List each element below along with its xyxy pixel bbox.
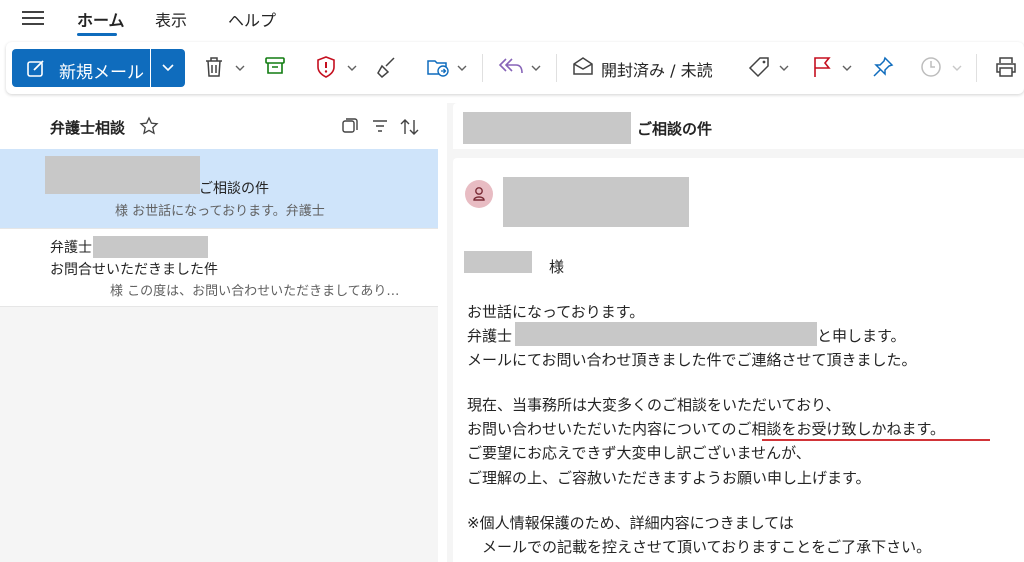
print-icon[interactable] [994, 56, 1018, 78]
filter-icon[interactable] [372, 118, 388, 134]
body-line: お世話になっております。 [467, 303, 645, 321]
message-list-pane: 弁護士相談 ご相談の件 様 お世話になっております。弁護士 弁護士 お問合せいた… [0, 103, 438, 562]
report-chevron-icon[interactable] [347, 64, 357, 72]
reply-all-icon[interactable] [498, 56, 524, 76]
favorite-star-icon[interactable] [139, 116, 159, 136]
list-item[interactable]: 弁護士 お問合せいただきました件 様 この度は、お問い合わせいただきましてあり… [0, 229, 438, 306]
pin-icon[interactable] [872, 56, 894, 78]
body-line: 弁護士 [467, 327, 513, 345]
tab-home[interactable]: ホーム [77, 7, 125, 31]
toolbar-separator [976, 54, 977, 82]
highlight-underline [762, 439, 990, 441]
list-item-preview: 様 この度は、お問い合わせいただきましてあり… [110, 284, 400, 299]
body-line: メールでの記載を控えさせて頂いておりますことをご了承下さい。 [467, 538, 932, 556]
flag-icon[interactable] [812, 56, 832, 78]
sort-icon[interactable] [400, 118, 420, 136]
tag-chevron-icon[interactable] [779, 64, 789, 72]
tab-view[interactable]: 表示 [155, 7, 187, 31]
compose-icon [27, 60, 44, 77]
redacted-recipient [464, 251, 532, 273]
delete-icon[interactable] [204, 56, 224, 78]
hamburger-menu-icon[interactable] [22, 8, 44, 28]
list-item-subject: お問合せいただきました件 [50, 262, 218, 278]
folder-title: 弁護士相談 [50, 119, 126, 137]
body-line: お問い合わせいただいた内容についてのご相談をお受け致しかねます。 [467, 420, 946, 438]
delete-chevron-icon[interactable] [235, 64, 245, 72]
list-item-sender: 弁護士 [50, 240, 92, 256]
new-mail-button[interactable]: 新規メール [12, 49, 150, 87]
flag-chevron-icon[interactable] [842, 64, 852, 72]
menu-bar: ホーム 表示 ヘルプ [0, 0, 1024, 38]
archive-icon[interactable] [264, 56, 286, 76]
redacted-sender-info [503, 177, 689, 227]
list-item-preview: 様 お世話になっております。弁護士 [115, 204, 325, 219]
toolbar-separator [556, 54, 557, 82]
tag-icon[interactable] [748, 56, 770, 78]
new-mail-dropdown-button[interactable] [151, 49, 185, 87]
reply-chevron-icon[interactable] [531, 64, 541, 72]
read-unread-button[interactable]: 開封済み / 未読 [601, 57, 713, 81]
body-line: と申します。 [817, 327, 906, 345]
body-line: 現在、当事務所は大変多くのご相談をいただいており、 [467, 396, 841, 414]
move-chevron-icon[interactable] [457, 64, 467, 72]
message-list: 弁護士相談 ご相談の件 様 お世話になっております。弁護士 弁護士 お問合せいた… [0, 103, 438, 307]
redacted-subject-prefix [463, 112, 631, 144]
message-body-card: 様 お世話になっております。 弁護士 と申します。 メールにてお問い合わせ頂きま… [453, 158, 1024, 562]
subject-bar: ご相談の件 [453, 103, 1024, 149]
list-divider [0, 306, 438, 307]
body-line: メールにてお問い合わせ頂きました件でご連絡させて頂きました。 [467, 351, 917, 369]
body-line: ご理解の上、ご容赦いただきますようお願い申し上げます。 [467, 469, 871, 487]
snooze-clock-icon[interactable] [920, 56, 942, 78]
list-item[interactable]: ご相談の件 様 お世話になっております。弁護士 [0, 149, 438, 228]
new-mail-label: 新規メール [59, 63, 144, 83]
person-icon [473, 187, 485, 201]
envelope-open-icon[interactable] [572, 56, 594, 76]
report-icon[interactable] [316, 56, 336, 78]
select-mode-icon[interactable] [342, 118, 358, 134]
chevron-down-icon [162, 64, 174, 72]
move-to-folder-icon[interactable] [426, 56, 450, 78]
redacted-sender-name [93, 236, 208, 258]
list-item-subject: ご相談の件 [199, 181, 269, 197]
redacted-lawyer-name [515, 322, 817, 346]
body-line: ※個人情報保護のため、詳細内容につきましては [467, 514, 794, 532]
snooze-chevron-icon[interactable] [952, 64, 962, 72]
redacted-sender [45, 156, 200, 194]
salutation-suffix: 様 [549, 258, 565, 276]
avatar[interactable] [465, 180, 493, 208]
toolbar-separator [482, 54, 483, 82]
body-line: ご要望にお応えできず大変申し訳ございませんが、 [467, 444, 811, 462]
ribbon-toolbar: 新規メール 開封済み / 未読 [6, 42, 1024, 94]
reading-pane: ご相談の件 様 お世話になっております。 弁護士 と申します。 メールにてお問い… [447, 103, 1024, 562]
sweep-icon[interactable] [376, 56, 398, 78]
active-tab-indicator [77, 33, 117, 36]
tab-help[interactable]: ヘルプ [228, 7, 276, 31]
message-subject: ご相談の件 [637, 120, 713, 138]
